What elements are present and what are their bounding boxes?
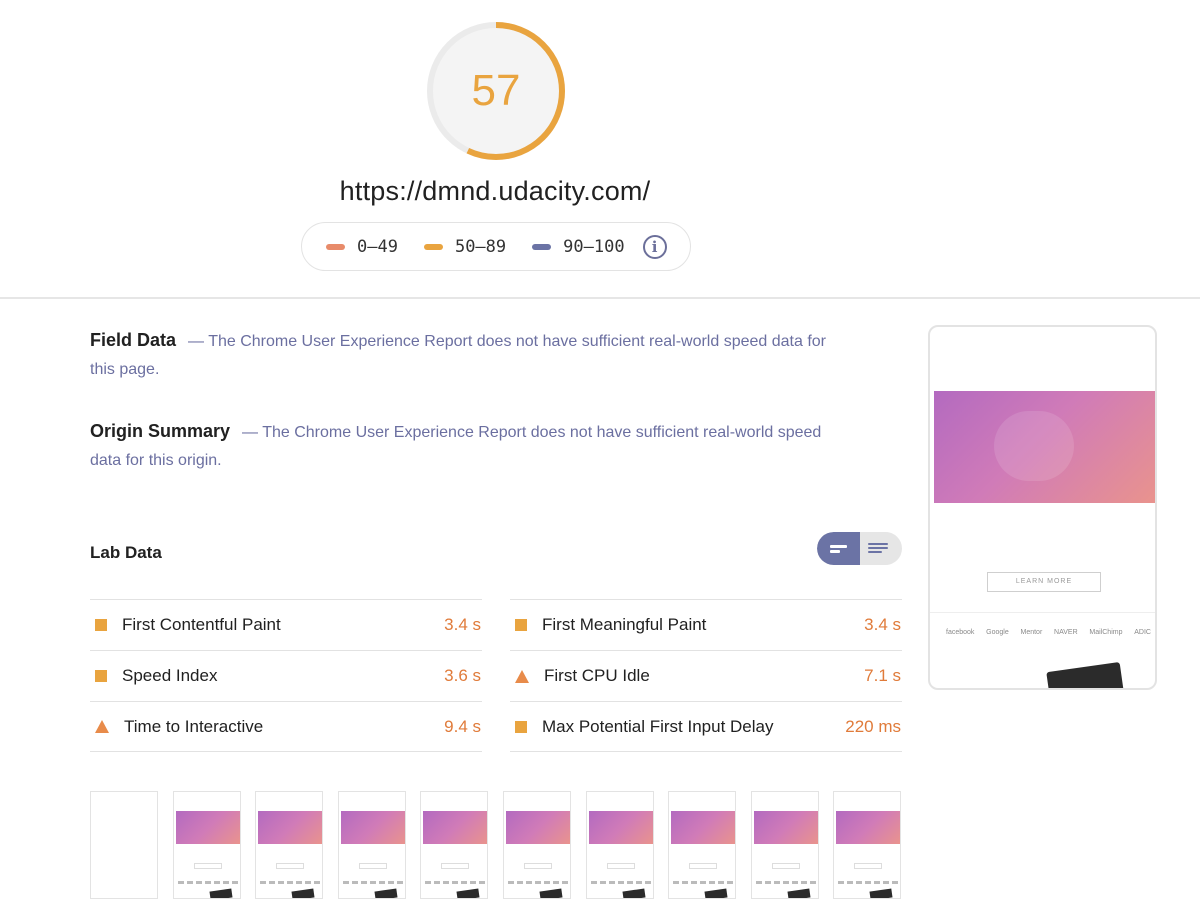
metric-label: Speed Index xyxy=(122,666,218,685)
info-icon[interactable]: i xyxy=(642,234,667,259)
metric-value: 9.4 s xyxy=(444,716,481,736)
preview-logo: MailChimp xyxy=(1089,629,1123,636)
average-square-icon xyxy=(515,720,527,733)
field-data-section: Field Data — The Chrome User Experience R… xyxy=(90,326,830,384)
poor-triangle-icon xyxy=(515,669,529,683)
legend-item-good: 90–100 xyxy=(532,236,625,257)
metrics-view-toggle[interactable] xyxy=(817,532,902,565)
metric-value: 220 ms xyxy=(845,716,901,736)
legend-item-average: 50–89 xyxy=(423,236,507,257)
metric-label: First Contentful Paint xyxy=(122,615,281,634)
legend-label-poor: 0–49 xyxy=(357,236,398,257)
metric-first-contentful-paint: First Contentful Paint 3.4 s xyxy=(90,599,482,650)
preview-learn-more-button: LEARN MORE xyxy=(987,572,1101,592)
average-square-icon xyxy=(95,670,107,682)
metric-label: First Meaningful Paint xyxy=(542,615,707,634)
origin-summary-heading: Origin Summary xyxy=(90,421,231,441)
metric-first-meaningful-paint: First Meaningful Paint 3.4 s xyxy=(510,599,902,650)
filmstrip-frame xyxy=(668,791,736,899)
poor-triangle-icon xyxy=(95,720,109,733)
metric-value: 3.6 s xyxy=(444,666,481,685)
metric-value: 7.1 s xyxy=(864,666,901,685)
metrics-column-right: First Meaningful Paint 3.4 s First CPU I… xyxy=(510,599,902,752)
metric-time-to-interactive: Time to Interactive 9.4 s xyxy=(90,701,482,752)
metric-max-potential-fid: Max Potential First Input Delay 220 ms xyxy=(510,701,902,752)
loading-filmstrip xyxy=(90,791,902,901)
metric-speed-index: Speed Index 3.6 s xyxy=(90,650,482,701)
preview-hero-image xyxy=(934,391,1155,503)
filmstrip-frame xyxy=(90,791,158,899)
lab-data-heading: Lab Data xyxy=(90,543,162,562)
header-divider xyxy=(0,297,1200,299)
legend-swatch-good xyxy=(532,243,552,250)
legend-label-average: 50–89 xyxy=(454,236,507,257)
origin-summary-section: Origin Summary — The Chrome User Experien… xyxy=(90,417,830,475)
filmstrip-frame xyxy=(503,791,571,899)
legend-swatch-poor xyxy=(326,243,345,250)
metrics-column-left: First Contentful Paint 3.4 s Speed Index… xyxy=(90,599,482,752)
metric-label: Time to Interactive xyxy=(124,716,264,736)
score-value: 57 xyxy=(471,66,521,115)
preview-logo: Google xyxy=(986,629,1009,636)
filmstrip-frame xyxy=(173,791,241,899)
final-screenshot-preview: LEARN MORE facebook Google Mentor NAVER … xyxy=(928,325,1157,690)
field-data-text: — The Chrome User Experience Report does… xyxy=(90,333,826,378)
legend-item-poor: 0–49 xyxy=(326,237,398,257)
preview-logo: NAVER xyxy=(1054,629,1078,636)
average-square-icon xyxy=(95,619,107,631)
tested-url: https://dmnd.udacity.com/ xyxy=(339,176,651,206)
filmstrip-frame xyxy=(833,791,901,899)
preview-logo: Mentor xyxy=(1020,629,1043,636)
preview-logo-row: facebook Google Mentor NAVER MailChimp A… xyxy=(946,629,1151,636)
preview-logo: ADIC xyxy=(1134,629,1151,636)
filmstrip-frame xyxy=(751,791,819,899)
field-data-heading: Field Data xyxy=(90,330,177,350)
metric-label: First CPU Idle xyxy=(544,666,650,685)
metric-value: 3.4 s xyxy=(864,615,901,634)
metric-label: Max Potential First Input Delay xyxy=(542,716,774,736)
metric-value: 3.4 s xyxy=(444,615,481,634)
filmstrip-frame xyxy=(255,791,323,899)
preview-device-image xyxy=(1046,661,1124,688)
filmstrip-frame xyxy=(420,791,488,899)
collapsed-view-icon[interactable] xyxy=(817,532,860,565)
preview-logo: facebook xyxy=(946,629,975,636)
legend-swatch-average xyxy=(423,243,443,250)
filmstrip-frame xyxy=(586,791,654,899)
metric-first-cpu-idle: First CPU Idle 7.1 s xyxy=(510,650,902,701)
performance-score-gauge: 57 xyxy=(425,20,567,162)
average-square-icon xyxy=(515,619,527,631)
score-legend: 0–49 50–89 90–100 i xyxy=(301,222,691,271)
legend-label-good: 90–100 xyxy=(563,236,625,257)
preview-divider xyxy=(930,612,1155,613)
filmstrip-frame xyxy=(338,791,406,899)
